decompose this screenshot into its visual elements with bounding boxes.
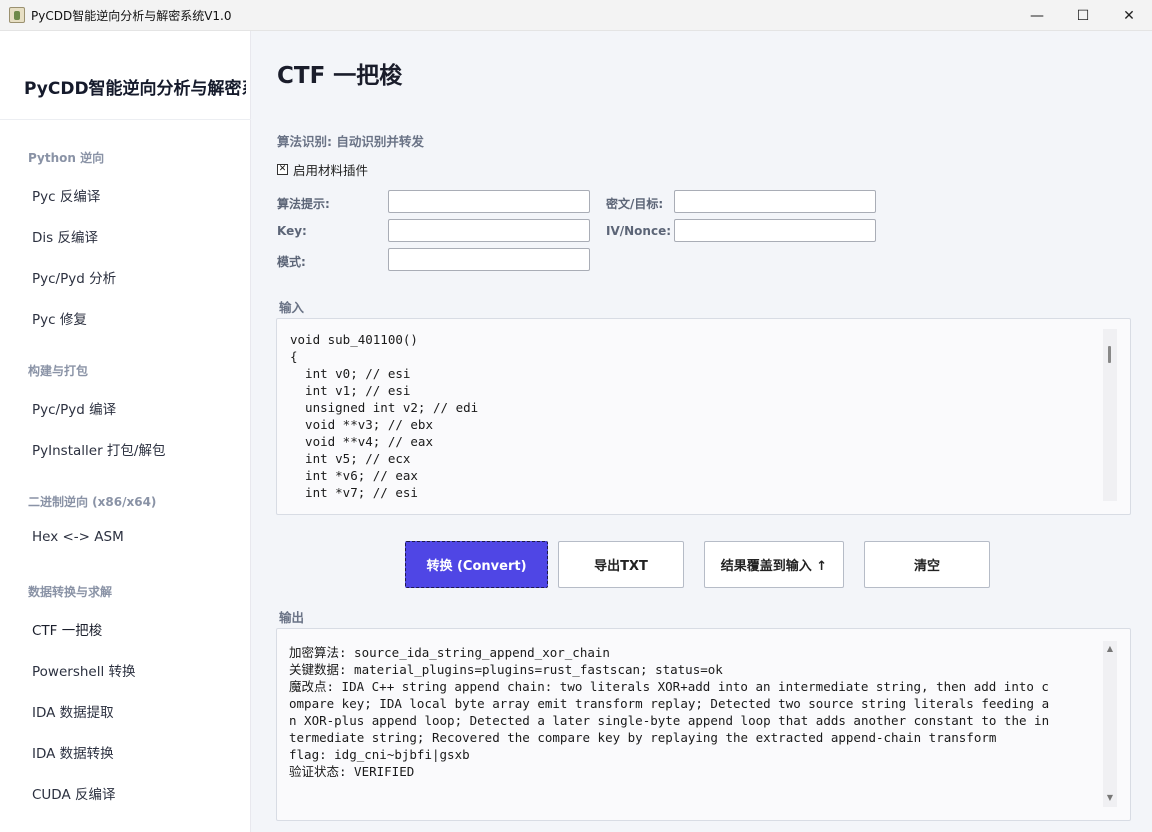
title-bar: PyCDD智能逆向分析与解密系统V1.0 — ☐ ✕: [0, 0, 1152, 31]
clear-button[interactable]: 清空: [864, 541, 990, 588]
sidebar-item-ida-convert[interactable]: IDA 数据转换: [32, 742, 114, 762]
sidebar-item-cuda-decompile[interactable]: CUDA 反编译: [32, 783, 116, 803]
overwrite-input-button[interactable]: 结果覆盖到输入 ↑: [704, 541, 844, 588]
sidebar-item-ctf[interactable]: CTF 一把梭: [32, 619, 102, 639]
input-code-text[interactable]: void sub_401100() { int v0; // esi int v…: [290, 331, 1102, 501]
sidebar-item-pyc-repair[interactable]: Pyc 修复: [32, 308, 87, 328]
cipher-target-label: 密文/目标:: [606, 197, 664, 211]
iv-nonce-label: IV/Nonce:: [606, 224, 672, 238]
minimize-button[interactable]: —: [1014, 0, 1060, 31]
sidebar-app-title: PyCDD智能逆向分析与解密系统V1.0: [24, 79, 246, 98]
sidebar: PyCDD智能逆向分析与解密系统V1.0 Python 逆向 Pyc 反编译 D…: [0, 31, 251, 832]
sidebar-item-pyc-decompile[interactable]: Pyc 反编译: [32, 185, 100, 205]
plugin-checkbox-row[interactable]: ✕ 启用材料插件: [277, 160, 368, 178]
sidebar-group-python: Python 逆向: [28, 151, 105, 165]
sidebar-item-pyinstaller[interactable]: PyInstaller 打包/解包: [32, 439, 165, 459]
sidebar-divider: [0, 119, 251, 120]
sidebar-group-build: 构建与打包: [28, 364, 89, 378]
scroll-down-icon[interactable]: ▼: [1103, 793, 1117, 802]
algo-hint-input[interactable]: [388, 190, 590, 213]
window-title: PyCDD智能逆向分析与解密系统V1.0: [31, 8, 232, 23]
mode-label: 模式:: [277, 255, 306, 269]
key-input[interactable]: [388, 219, 590, 242]
input-scrollbar[interactable]: [1103, 329, 1117, 501]
sidebar-item-ida-extract[interactable]: IDA 数据提取: [32, 701, 114, 721]
algo-detect-status: 算法识别: 自动识别并转发: [277, 134, 424, 149]
window-controls: — ☐ ✕: [1014, 0, 1152, 31]
output-section-label: 输出: [279, 610, 305, 625]
sidebar-group-binary: 二进制逆向 (x86/x64): [28, 495, 157, 509]
sidebar-item-powershell[interactable]: Powershell 转换: [32, 660, 136, 680]
input-scroll-thumb[interactable]: [1108, 346, 1111, 363]
mode-input[interactable]: [388, 248, 590, 271]
scroll-up-icon[interactable]: ▲: [1103, 644, 1117, 653]
sidebar-item-hex-asm[interactable]: Hex <-> ASM: [32, 529, 124, 545]
iv-nonce-input[interactable]: [674, 219, 876, 242]
output-scrollbar[interactable]: ▲ ▼: [1103, 641, 1117, 807]
sidebar-item-pyc-pyd-compile[interactable]: Pyc/Pyd 编译: [32, 398, 116, 418]
output-textarea[interactable]: 加密算法: source_ida_string_append_xor_chain…: [276, 628, 1131, 821]
sidebar-group-data: 数据转换与求解: [28, 585, 113, 599]
output-text: 加密算法: source_ida_string_append_xor_chain…: [289, 645, 1050, 779]
algo-hint-label: 算法提示:: [277, 197, 330, 211]
sidebar-item-dis-decompile[interactable]: Dis 反编译: [32, 226, 98, 246]
plugin-checkbox-label: 启用材料插件: [293, 162, 369, 178]
input-section-label: 输入: [279, 300, 305, 315]
sidebar-item-pyc-pyd-analysis[interactable]: Pyc/Pyd 分析: [32, 267, 116, 287]
plugin-checkbox[interactable]: ✕: [277, 163, 288, 175]
key-label: Key:: [277, 224, 307, 238]
close-button[interactable]: ✕: [1106, 0, 1152, 31]
app-logo-icon: [9, 7, 25, 23]
cipher-target-input[interactable]: [674, 190, 876, 213]
export-txt-button[interactable]: 导出TXT: [558, 541, 684, 588]
maximize-button[interactable]: ☐: [1060, 0, 1106, 31]
convert-button[interactable]: 转换 (Convert): [405, 541, 548, 588]
input-textarea[interactable]: void sub_401100() { int v0; // esi int v…: [276, 318, 1131, 515]
page-title: CTF 一把梭: [277, 63, 403, 89]
